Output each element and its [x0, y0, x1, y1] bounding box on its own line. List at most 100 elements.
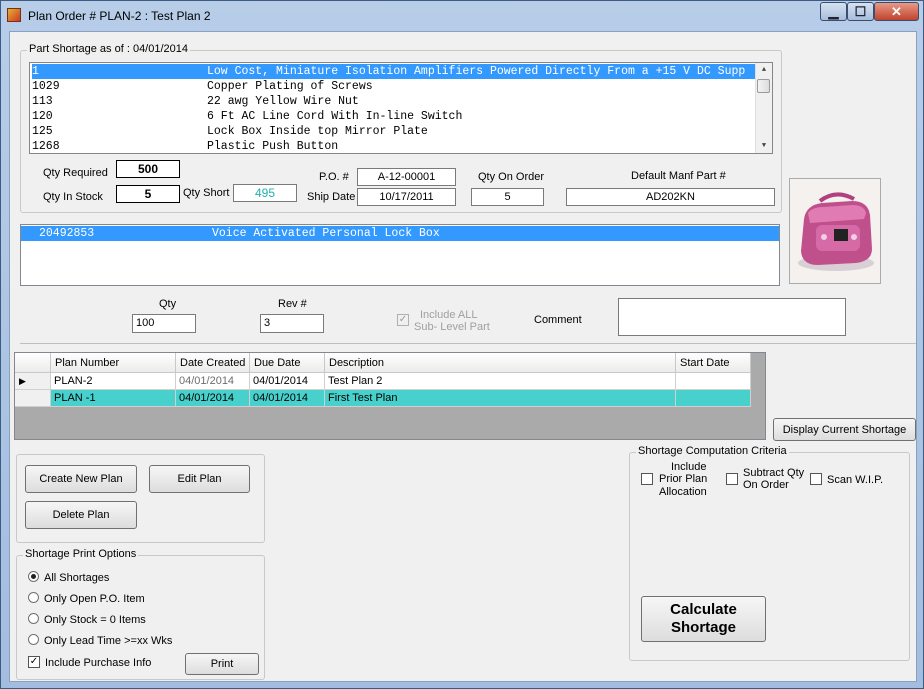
print-option-radio[interactable] — [28, 634, 39, 645]
print-option-label: All Shortages — [44, 572, 110, 584]
rev-input[interactable]: 3 — [260, 314, 324, 333]
delete-plan-button[interactable]: Delete Plan — [25, 501, 137, 529]
print-button[interactable]: Print — [185, 653, 259, 675]
date-created-cell[interactable]: 04/01/2014 — [176, 390, 250, 407]
print-option-label: Only Lead Time >=xx Wks — [44, 635, 173, 647]
qty-label: Qty — [159, 298, 177, 310]
grid-corner-header — [15, 353, 51, 373]
grid-header-start-date[interactable]: Start Date — [676, 353, 751, 373]
due-date-cell[interactable]: 04/01/2014 — [250, 373, 325, 390]
part-shortage-legend: Part Shortage as of : 04/01/2014 — [27, 43, 191, 55]
part-description: Plastic Push Button — [207, 140, 339, 153]
edit-plan-button[interactable]: Edit Plan — [149, 465, 250, 493]
qty-short-label: Qty Short — [183, 187, 230, 199]
assembly-list-row[interactable]: 20492853 Voice Activated Personal Lock Bo… — [21, 226, 779, 241]
qty-short-field: 495 — [233, 184, 297, 202]
start-date-cell[interactable] — [676, 390, 751, 407]
subtract-qty-on-order-checkbox[interactable] — [726, 473, 738, 485]
client-area: Part Shortage as of : 04/01/2014 1 Low Co… — [9, 31, 917, 682]
include-all-label-1: Include ALL — [420, 309, 478, 321]
include-prior-label-1: Include — [671, 461, 707, 473]
part-list-row[interactable]: 1029 Copper Plating of Screws — [32, 79, 755, 94]
part-list-row[interactable]: 125 Lock Box Inside top Mirror Plate — [32, 124, 755, 139]
plan-qty-input[interactable]: 100 — [132, 314, 196, 333]
include-prior-plan-checkbox[interactable] — [641, 473, 653, 485]
part-list-scrollbar[interactable]: ▲ ▼ — [755, 63, 772, 153]
due-date-cell[interactable]: 04/01/2014 — [250, 390, 325, 407]
part-list-row[interactable]: 1 Low Cost, Miniature Isolation Amplifier… — [32, 64, 755, 79]
part-list-row[interactable]: 1268 Plastic Push Button — [32, 139, 755, 153]
print-option-radio[interactable] — [28, 592, 39, 603]
lock-box-image — [790, 179, 880, 283]
title-bar[interactable]: Plan Order # PLAN-2 : Test Plan 2 ▁ ☐ ✕ — [1, 1, 923, 29]
ship-date-label: Ship Date — [307, 191, 356, 203]
part-description: Low Cost, Miniature Isolation Amplifiers… — [207, 65, 746, 78]
manf-part-label: Default Manf Part # — [631, 170, 726, 182]
qty-required-field: 500 — [116, 160, 180, 178]
qty-on-order-label: Qty On Order — [478, 171, 545, 183]
print-option-radio[interactable] — [28, 613, 39, 624]
part-description: Copper Plating of Screws — [207, 80, 373, 93]
calculate-shortage-button[interactable]: Calculate Shortage — [641, 596, 766, 642]
plan-number-cell[interactable]: PLAN-2 — [51, 373, 176, 390]
include-purchase-info-checkbox[interactable]: ✓ — [28, 656, 40, 668]
qty-in-stock-label: Qty In Stock — [43, 191, 103, 203]
grid-header-date-created[interactable]: Date Created — [176, 353, 250, 373]
start-date-cell[interactable] — [676, 373, 751, 390]
row-header[interactable] — [15, 390, 51, 407]
qty-on-order-field: 5 — [471, 188, 544, 206]
criteria-group: Shortage Computation Criteria Include Pr… — [629, 445, 910, 661]
plan-actions-group: Create New Plan Edit Plan Delete Plan — [16, 454, 265, 543]
display-current-shortage-button[interactable]: Display Current Shortage — [773, 418, 916, 441]
row-header[interactable]: ▶ — [15, 373, 51, 390]
print-options-legend: Shortage Print Options — [23, 548, 139, 560]
rev-label: Rev # — [278, 298, 307, 310]
print-option-radio[interactable] — [28, 571, 39, 582]
po-number-field: A-12-00001 — [357, 168, 456, 186]
part-id: 125 — [32, 125, 53, 138]
scan-wip-checkbox[interactable] — [810, 473, 822, 485]
part-description: 6 Ft AC Line Cord With In-line Switch — [207, 110, 463, 123]
criteria-legend: Shortage Computation Criteria — [636, 445, 789, 457]
close-button[interactable]: ✕ — [874, 2, 919, 21]
comment-label: Comment — [534, 314, 582, 326]
description-cell[interactable]: First Test Plan — [325, 390, 676, 407]
part-shortage-group: Part Shortage as of : 04/01/2014 1 Low Co… — [20, 43, 782, 213]
minimize-icon: ▁ — [828, 3, 839, 19]
assembly-description: Voice Activated Personal Lock Box — [212, 227, 440, 240]
product-image — [789, 178, 881, 284]
assembly-id: 20492853 — [39, 227, 95, 240]
include-prior-label-2: Prior Plan — [659, 473, 708, 485]
include-purchase-info-label: Include Purchase Info — [45, 657, 152, 669]
part-description: 22 awg Yellow Wire Nut — [207, 95, 359, 108]
create-new-plan-button[interactable]: Create New Plan — [25, 465, 137, 493]
include-prior-label-3: Allocation — [659, 486, 707, 498]
scroll-up-icon[interactable]: ▲ — [756, 63, 772, 77]
part-shortage-list[interactable]: 1 Low Cost, Miniature Isolation Amplifier… — [29, 62, 773, 154]
part-id: 1029 — [32, 80, 60, 93]
scroll-down-icon[interactable]: ▼ — [756, 139, 772, 153]
print-options-group: Shortage Print Options All Shortages Only… — [16, 548, 265, 680]
minimize-button[interactable]: ▁ — [820, 2, 847, 21]
part-list-row[interactable]: 113 22 awg Yellow Wire Nut — [32, 94, 755, 109]
description-cell[interactable]: Test Plan 2 — [325, 373, 676, 390]
qty-in-stock-field: 5 — [116, 185, 180, 203]
part-id: 1 — [32, 65, 39, 78]
date-created-cell[interactable]: 04/01/2014 — [176, 373, 250, 390]
grid-header-due-date[interactable]: Due Date — [250, 353, 325, 373]
assembly-list[interactable]: 20492853 Voice Activated Personal Lock Bo… — [20, 224, 780, 286]
grid-header-plan-number[interactable]: Plan Number — [51, 353, 176, 373]
plan-number-cell[interactable]: PLAN -1 — [51, 390, 176, 407]
part-list-row[interactable]: 120 6 Ft AC Line Cord With In-line Switch — [32, 109, 755, 124]
maximize-button[interactable]: ☐ — [847, 2, 874, 21]
include-all-checkbox[interactable]: ✓ — [397, 314, 409, 326]
plans-grid[interactable]: Plan Number Date Created Due Date Descri… — [14, 352, 766, 440]
comment-input[interactable] — [618, 298, 846, 336]
manf-part-field: AD202KN — [566, 188, 775, 206]
part-id: 120 — [32, 110, 53, 123]
calculate-label-2: Shortage — [670, 619, 736, 636]
scan-wip-label: Scan W.I.P. — [827, 474, 884, 486]
grid-header-description[interactable]: Description — [325, 353, 676, 373]
scroll-thumb[interactable] — [757, 79, 770, 93]
calculate-label-1: Calculate — [670, 601, 737, 618]
